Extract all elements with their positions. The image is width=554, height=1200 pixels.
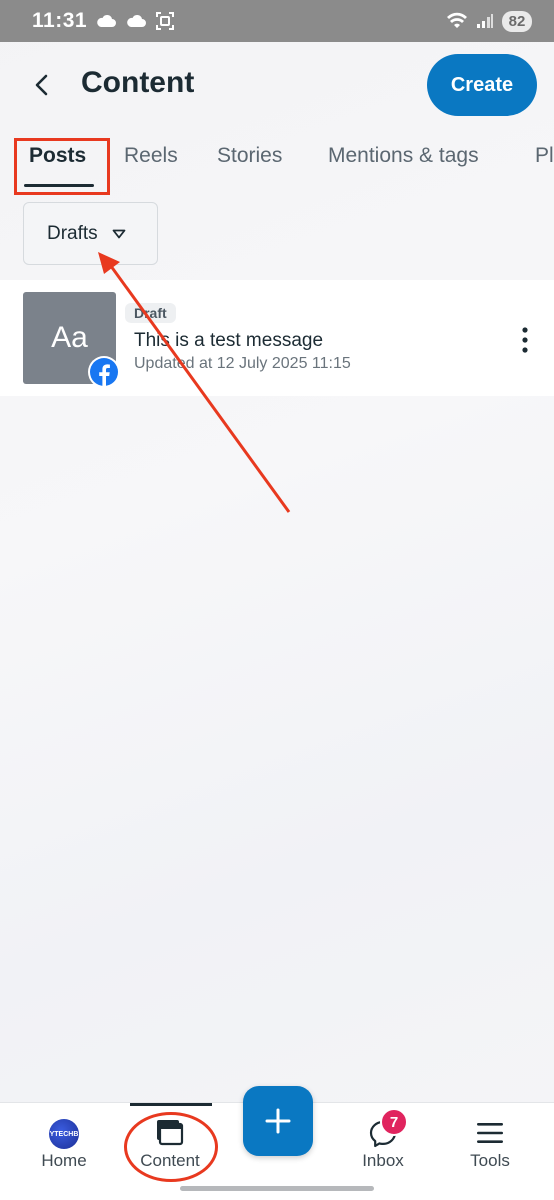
tab-reels[interactable]: Reels xyxy=(124,144,178,168)
more-options-icon[interactable] xyxy=(516,325,534,355)
annotation-highlight-box xyxy=(14,138,110,195)
cloud-icon xyxy=(97,14,117,27)
inbox-count-badge: 7 xyxy=(380,1108,408,1136)
draft-status-badge: Draft xyxy=(125,303,176,323)
cloud-icon xyxy=(127,14,147,27)
drafts-filter-dropdown[interactable]: Drafts xyxy=(23,202,158,265)
gesture-bar xyxy=(180,1186,374,1191)
status-bar: 11:31 82 xyxy=(0,0,554,42)
nav-home-label: Home xyxy=(41,1151,87,1170)
signal-icon xyxy=(477,14,493,28)
status-right: 82 xyxy=(446,10,532,32)
nav-inbox-label: Inbox xyxy=(362,1151,404,1170)
tab-partial[interactable]: Pl xyxy=(535,144,554,168)
post-title: This is a test message xyxy=(134,330,324,351)
wifi-icon xyxy=(447,12,467,28)
nav-tools[interactable]: Tools xyxy=(440,1103,540,1183)
header: Content Create xyxy=(0,42,554,132)
back-arrow-icon[interactable] xyxy=(30,70,56,100)
menu-icon xyxy=(477,1123,503,1143)
post-updated-time: Updated at 12 July 2025 11:15 xyxy=(134,355,351,372)
facebook-icon xyxy=(88,356,120,388)
plus-icon xyxy=(265,1108,291,1134)
create-button[interactable]: Create xyxy=(427,54,537,116)
page-avatar-logo: YTECHB xyxy=(49,1119,79,1149)
nav-home[interactable]: YTECHB Home xyxy=(14,1103,114,1183)
battery-level: 82 xyxy=(502,10,532,32)
nav-tools-label: Tools xyxy=(470,1151,510,1170)
page-title: Content xyxy=(81,66,195,99)
screenshot-icon xyxy=(156,12,175,30)
tab-stories[interactable]: Stories xyxy=(217,144,282,168)
status-left: 11:31 xyxy=(32,9,175,33)
status-time: 11:31 xyxy=(32,9,88,32)
caret-down-icon xyxy=(112,229,126,238)
filter-label: Drafts xyxy=(47,222,98,244)
annotation-circle xyxy=(124,1112,218,1182)
post-list: Aa Draft This is a test message Updated … xyxy=(0,280,554,396)
create-fab-button[interactable] xyxy=(243,1086,313,1156)
tab-mentions-tags[interactable]: Mentions & tags xyxy=(328,144,479,168)
